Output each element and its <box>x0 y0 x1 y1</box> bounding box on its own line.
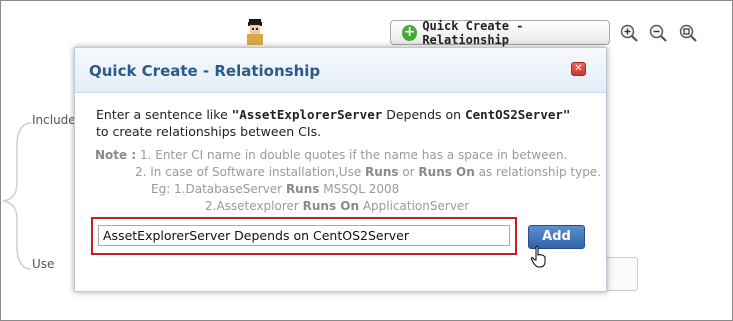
note-line-4: 2.Assetexplorer Runs On ApplicationServe… <box>95 198 601 215</box>
note-line-2-runs-on: Runs On <box>418 165 475 179</box>
note-line-2: 2. In case of Software installation,Use … <box>95 164 601 181</box>
hand-cursor-icon <box>530 245 546 268</box>
zoom-fit-icon[interactable] <box>679 24 697 42</box>
example-relationship: Depends on <box>382 107 466 122</box>
note-line-3-runs: Runs <box>285 182 320 196</box>
canvas-frame: Include Use r + Quick Create - Relations… <box>0 0 733 321</box>
note-line-4-runs-on: Runs On <box>302 199 360 213</box>
note-line-2-text-a: 2. In case of Software installation,Use <box>135 165 366 179</box>
graph-connector-lines <box>2 122 32 270</box>
note-line-4-text-b: ApplicationServer <box>359 199 470 213</box>
quick-create-dialog: Quick Create - Relationship ✕ Enter a se… <box>74 47 607 292</box>
note-line-3: Eg: 1.DatabaseServer Runs MSSQL 2008 <box>95 181 601 198</box>
note-line-2-text-b: or <box>398 165 419 179</box>
dialog-title: Quick Create - Relationship <box>89 62 321 80</box>
zoom-in-icon[interactable] <box>620 24 638 42</box>
intro-text-2: to create relationships between CIs. <box>96 124 322 139</box>
note-line-3-text-a: Eg: 1.DatabaseServer <box>151 182 286 196</box>
example-ci-1: "AssetExplorerServer <box>231 107 383 122</box>
dialog-instructions: Enter a sentence like "AssetExplorerServ… <box>96 106 576 140</box>
note-label: Note : <box>95 148 137 162</box>
note-line-4-text-a: 2.Assetexplorer <box>205 199 303 213</box>
note-line-2-runs: Runs <box>365 165 399 179</box>
zoom-out-icon[interactable] <box>649 24 667 42</box>
graph-node-include[interactable]: Include <box>32 113 76 127</box>
quick-create-relationship-button[interactable]: + Quick Create - Relationship <box>390 18 610 47</box>
example-ci-2: CentOS2Server" <box>465 107 571 122</box>
quick-create-relationship-label: Quick Create - Relationship <box>422 18 524 47</box>
graph-node-use[interactable]: Use <box>32 257 54 271</box>
dialog-header: Quick Create - Relationship ✕ <box>75 48 606 93</box>
note-line-1-text: 1. Enter CI name in double quotes if the… <box>139 148 568 162</box>
dialog-note: Note : 1. Enter CI name in double quotes… <box>95 147 601 215</box>
user-avatar-icon <box>247 19 263 45</box>
relationship-sentence-input[interactable] <box>98 225 510 246</box>
note-line-2-text-c: as relationship type. <box>474 165 602 179</box>
note-line-3-text-b: MSSQL 2008 <box>319 182 400 196</box>
intro-text-1: Enter a sentence like <box>96 107 232 122</box>
note-line-1: Note : 1. Enter CI name in double quotes… <box>95 147 601 164</box>
add-icon: + <box>402 23 418 41</box>
relationship-input-highlight <box>91 217 517 255</box>
close-icon[interactable]: ✕ <box>571 62 586 76</box>
